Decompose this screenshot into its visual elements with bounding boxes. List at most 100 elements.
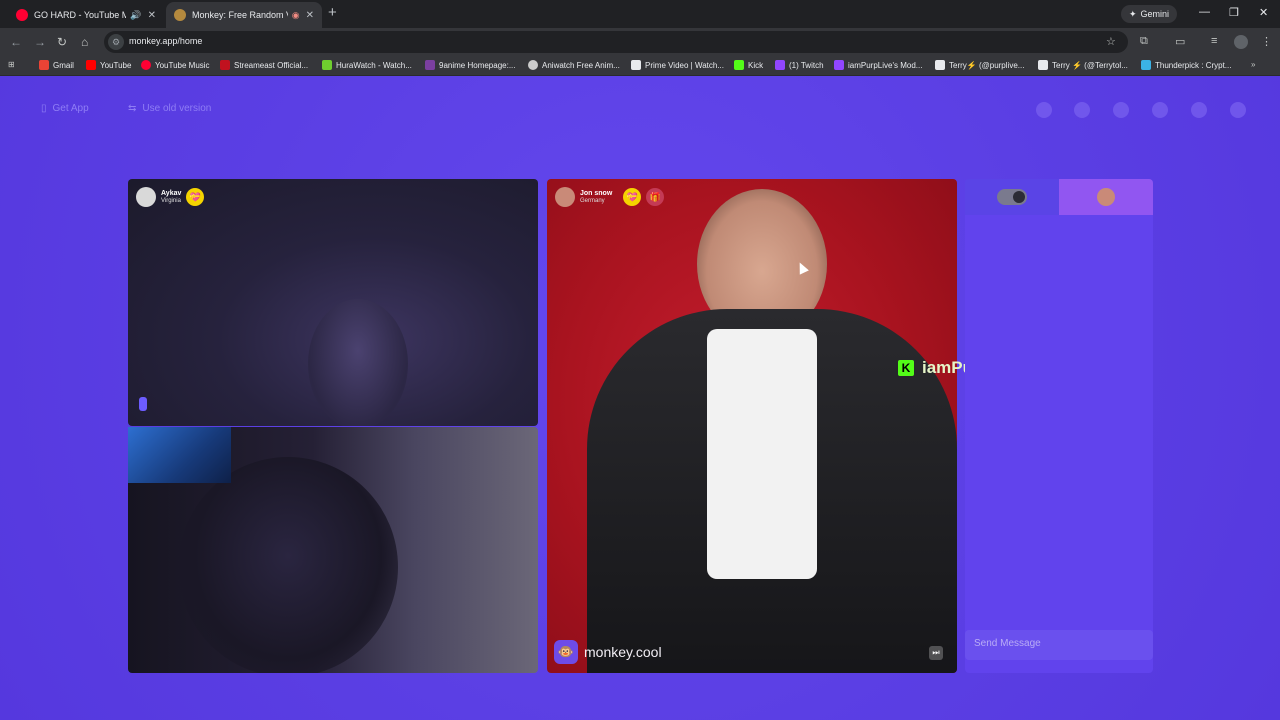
old-version-button[interactable]: ⇆ Use old version xyxy=(128,103,211,114)
menu-icon[interactable]: ⋮ xyxy=(1261,35,1272,48)
toggle-switch[interactable] xyxy=(997,189,1027,205)
bookmark-thunderpick[interactable]: Thunderpick : Crypt... xyxy=(1141,60,1231,70)
address-bar[interactable] xyxy=(104,31,1128,53)
tab-monkey[interactable]: Monkey: Free Random Vid ◉ ✕ xyxy=(166,2,322,28)
user-location: Germany xyxy=(580,197,605,204)
bookmark-gmail[interactable]: Gmail xyxy=(39,60,74,70)
tiktok-icon xyxy=(935,60,945,70)
aniwatch-icon xyxy=(528,60,538,70)
tv-screen xyxy=(128,427,231,483)
recording-icon: ◉ xyxy=(291,9,300,20)
streameast-icon xyxy=(220,60,230,70)
coin-icon[interactable] xyxy=(1113,102,1129,118)
avatar xyxy=(136,187,156,207)
minimize-button[interactable]: — xyxy=(1199,6,1210,18)
monkey-watermark: 🐵 monkey.cool xyxy=(554,640,662,664)
video-shirt xyxy=(707,329,817,579)
youtube-icon xyxy=(86,60,96,70)
kick-icon: K xyxy=(898,360,914,376)
video-panel-aykav xyxy=(128,179,538,426)
user-chip-aykav[interactable]: Aykav Virginia 💝 xyxy=(136,187,205,207)
profile-avatar[interactable] xyxy=(1234,35,1248,49)
chat-panel xyxy=(965,179,1153,673)
bookmark-hurawatch[interactable]: HuraWatch - Watch... xyxy=(322,60,412,70)
bookmark-terry-x[interactable]: Terry ⚡ (@Terrytol... xyxy=(1038,60,1128,70)
thunderpick-icon xyxy=(1141,60,1151,70)
url-text[interactable]: monkey.app/home xyxy=(129,36,202,46)
x-icon xyxy=(1038,60,1048,70)
hand-icon xyxy=(139,397,147,411)
back-button[interactable]: ← xyxy=(10,35,22,49)
youtube-music-icon xyxy=(141,60,151,70)
close-tab-icon[interactable]: ✕ xyxy=(148,10,156,21)
profile-icon[interactable] xyxy=(1230,102,1246,118)
more-bookmarks-icon[interactable]: » xyxy=(1251,60,1255,69)
avatar xyxy=(555,187,575,207)
chat-icon[interactable] xyxy=(1191,102,1207,118)
sparkle-icon: ✦ xyxy=(1129,8,1137,19)
get-app-label: Get App xyxy=(52,103,89,114)
home-button[interactable]: ⌂ xyxy=(81,35,88,49)
extensions-icon[interactable]: ⧉ xyxy=(1140,35,1148,48)
heart-badge-icon: 💝 xyxy=(623,188,642,206)
message-placeholder: Send Message xyxy=(974,638,1041,649)
user-location: Virginia xyxy=(161,197,181,204)
bookmark-terry-tiktok[interactable]: Terry⚡ (@purplive... xyxy=(935,60,1024,70)
tab-partner[interactable] xyxy=(1059,179,1153,215)
bookmark-kick[interactable]: Kick xyxy=(734,60,763,70)
bookmark-prime-video[interactable]: Prime Video | Watch... xyxy=(631,60,724,70)
heart-badge-icon: 💝 xyxy=(186,188,205,206)
prime-video-icon xyxy=(631,60,641,70)
user-name: Aykav xyxy=(161,189,182,197)
gemini-button[interactable]: ✦ Gemini xyxy=(1121,5,1178,23)
audio-icon[interactable]: 🔊 xyxy=(130,10,141,21)
youtube-music-icon xyxy=(16,9,28,21)
reload-button[interactable]: ↻ xyxy=(57,35,67,49)
gmail-icon xyxy=(39,60,49,70)
9anime-icon xyxy=(425,60,435,70)
new-tab-button[interactable]: + xyxy=(328,4,337,21)
get-app-button[interactable]: ▯ Get App xyxy=(41,103,89,114)
bookmark-twitch[interactable]: (1) Twitch xyxy=(775,60,824,70)
video-person xyxy=(308,299,408,426)
video-person xyxy=(178,457,398,673)
chat-tabs xyxy=(965,179,1153,215)
media-icon[interactable]: ≡ xyxy=(1211,35,1217,47)
bookmark-star-icon[interactable]: ☆ xyxy=(1106,35,1116,48)
bookmark-aniwatch[interactable]: Aniwatch Free Anim... xyxy=(528,60,620,70)
phone-icon: ▯ xyxy=(41,103,47,114)
gemini-label: Gemini xyxy=(1140,9,1170,19)
kick-icon xyxy=(734,60,744,70)
tab-youtube-music[interactable]: GO HARD - YouTube Music 🔊 ✕ xyxy=(8,2,164,28)
hurawatch-icon xyxy=(322,60,332,70)
shop-icon[interactable] xyxy=(1036,102,1052,118)
bookmark-streameast[interactable]: Streameast Official... xyxy=(220,60,308,70)
site-info-icon[interactable]: ⚙ xyxy=(108,34,124,50)
forward-button[interactable]: → xyxy=(34,35,46,49)
bookmark-youtube-music[interactable]: YouTube Music xyxy=(141,60,210,70)
twitch-icon xyxy=(775,60,785,70)
search-icon[interactable] xyxy=(1074,102,1090,118)
monkey-logo-icon: 🐵 xyxy=(554,640,578,664)
user-chip-jon-snow[interactable]: Jon snow Germany 💝 🎁 xyxy=(555,187,665,207)
twitch-icon xyxy=(834,60,844,70)
monkey-icon xyxy=(174,9,186,21)
user-name: Jon snow xyxy=(580,189,613,197)
tab-toggle[interactable] xyxy=(965,179,1059,215)
close-tab-icon[interactable]: ✕ xyxy=(306,10,314,21)
bookmark-9anime[interactable]: 9anime Homepage:... xyxy=(425,60,516,70)
gift-badge-icon: 🎁 xyxy=(646,188,665,206)
cast-icon[interactable]: ▭ xyxy=(1175,35,1185,48)
old-version-label: Use old version xyxy=(142,103,212,114)
close-window-button[interactable]: ✕ xyxy=(1259,6,1268,19)
video-panel-jon-snow xyxy=(547,179,957,673)
tab-title: GO HARD - YouTube Music xyxy=(34,10,127,20)
apps-icon[interactable]: ⊞ xyxy=(8,60,15,69)
skip-icon[interactable]: ⏭ xyxy=(929,646,943,660)
bookmark-iampurplive[interactable]: iamPurpLive's Mod... xyxy=(834,60,922,70)
avatar xyxy=(1097,188,1115,206)
restore-button[interactable]: ❐ xyxy=(1229,6,1239,19)
history-icon[interactable] xyxy=(1152,102,1168,118)
switch-icon: ⇆ xyxy=(128,103,137,114)
bookmark-youtube[interactable]: YouTube xyxy=(86,60,131,70)
